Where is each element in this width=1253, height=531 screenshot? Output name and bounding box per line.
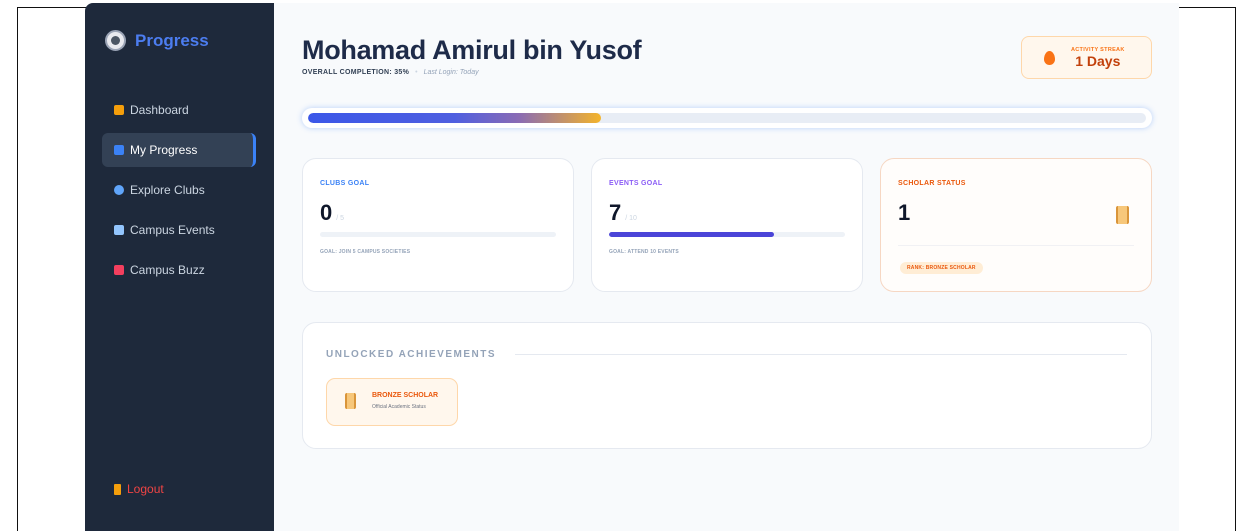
achievement-description: Official Academic Status	[372, 404, 426, 410]
card-label: EVENTS GOAL	[609, 180, 663, 187]
card-label: CLUBS GOAL	[320, 180, 370, 187]
streak-value: 1 Days	[1075, 52, 1121, 69]
unlocked-achievements-panel: UNLOCKED ACHIEVEMENTS BRONZE SCHOLAR Off…	[302, 322, 1152, 449]
card-label: SCHOLAR STATUS	[898, 180, 966, 187]
brand[interactable]: Progress	[105, 30, 209, 51]
scholar-value: 1	[898, 200, 911, 225]
door-icon	[114, 483, 121, 495]
page-title: Mohamad Amirul bin Yusof	[302, 35, 642, 65]
overall-completion: OVERALL COMPLETION: 35%	[302, 69, 410, 76]
sidebar-item-label: Dashboard	[130, 103, 189, 117]
frame-border-right	[1235, 7, 1236, 531]
scroll-icon	[345, 393, 356, 409]
events-goal-card: EVENTS GOAL 7 / 10 GOAL: ATTEND 10 EVENT…	[591, 158, 863, 292]
last-login: Last Login: Today	[423, 69, 479, 76]
divider	[898, 245, 1134, 246]
events-target: / 10	[625, 215, 637, 222]
clubs-value: 0	[320, 200, 333, 225]
flame-icon	[1044, 50, 1055, 65]
rank-badge: RANK: BRONZE SCHOLAR	[900, 262, 983, 274]
subtitle-row: OVERALL COMPLETION: 35% • Last Login: To…	[302, 69, 479, 76]
sidebar-item-dashboard[interactable]: Dashboard	[102, 93, 256, 127]
sidebar-item-label: Campus Buzz	[130, 263, 205, 277]
achievements-title: UNLOCKED ACHIEVEMENTS	[326, 349, 497, 360]
magnifier-icon	[114, 185, 124, 195]
brand-title: Progress	[135, 30, 209, 50]
sidebar-item-label: Explore Clubs	[130, 183, 205, 197]
sidebar-item-campus-events[interactable]: Campus Events	[102, 213, 256, 247]
clubs-count: 0 / 5	[320, 200, 344, 226]
events-goal-text: GOAL: ATTEND 10 EVENTS	[609, 249, 679, 255]
achievement-badge[interactable]: BRONZE SCHOLAR Official Academic Status	[326, 378, 458, 426]
scroll-icon	[1116, 206, 1129, 224]
activity-streak-badge: ACTIVITY STREAK 1 Days	[1021, 36, 1152, 79]
events-value: 7	[609, 200, 622, 225]
house-icon	[114, 105, 124, 115]
sidebar-item-explore-clubs[interactable]: Explore Clubs	[102, 173, 256, 207]
sidebar-item-campus-buzz[interactable]: Campus Buzz	[102, 253, 256, 287]
divider	[515, 354, 1127, 355]
sidebar-item-my-progress[interactable]: My Progress	[102, 133, 256, 167]
clubs-goal-card: CLUBS GOAL 0 / 5 GOAL: JOIN 5 CAMPUS SOC…	[302, 158, 574, 292]
clubs-goal-text: GOAL: JOIN 5 CAMPUS SOCIETIES	[320, 249, 411, 255]
sidebar-nav: Dashboard My Progress Explore Clubs Camp…	[102, 93, 256, 293]
sidebar-item-label: Campus Events	[130, 223, 215, 237]
calendar-icon	[114, 225, 124, 235]
events-progress-track	[609, 232, 845, 237]
logout-button[interactable]: Logout	[114, 482, 164, 496]
overall-progress-bar	[302, 108, 1152, 128]
clubs-target: / 5	[336, 215, 345, 222]
progress-track	[308, 113, 1146, 123]
scholar-count: 1	[898, 200, 910, 226]
logout-label: Logout	[127, 482, 164, 496]
frame-border-left	[17, 7, 18, 531]
scholar-status-card: SCHOLAR STATUS 1 RANK: BRONZE SCHOLAR	[880, 158, 1152, 292]
separator: •	[415, 69, 418, 76]
clubs-progress-track	[320, 232, 556, 237]
achievement-name: BRONZE SCHOLAR	[372, 392, 439, 399]
bar-chart-icon	[114, 145, 124, 155]
sidebar: Progress Dashboard My Progress Explore C…	[85, 3, 274, 531]
university-logo-icon	[105, 30, 126, 51]
main-content: Mohamad Amirul bin Yusof OVERALL COMPLET…	[274, 3, 1179, 531]
megaphone-icon	[114, 265, 124, 275]
events-count: 7 / 10	[609, 200, 637, 226]
events-progress-fill	[609, 232, 775, 237]
progress-fill	[308, 113, 602, 123]
sidebar-item-label: My Progress	[130, 143, 198, 157]
